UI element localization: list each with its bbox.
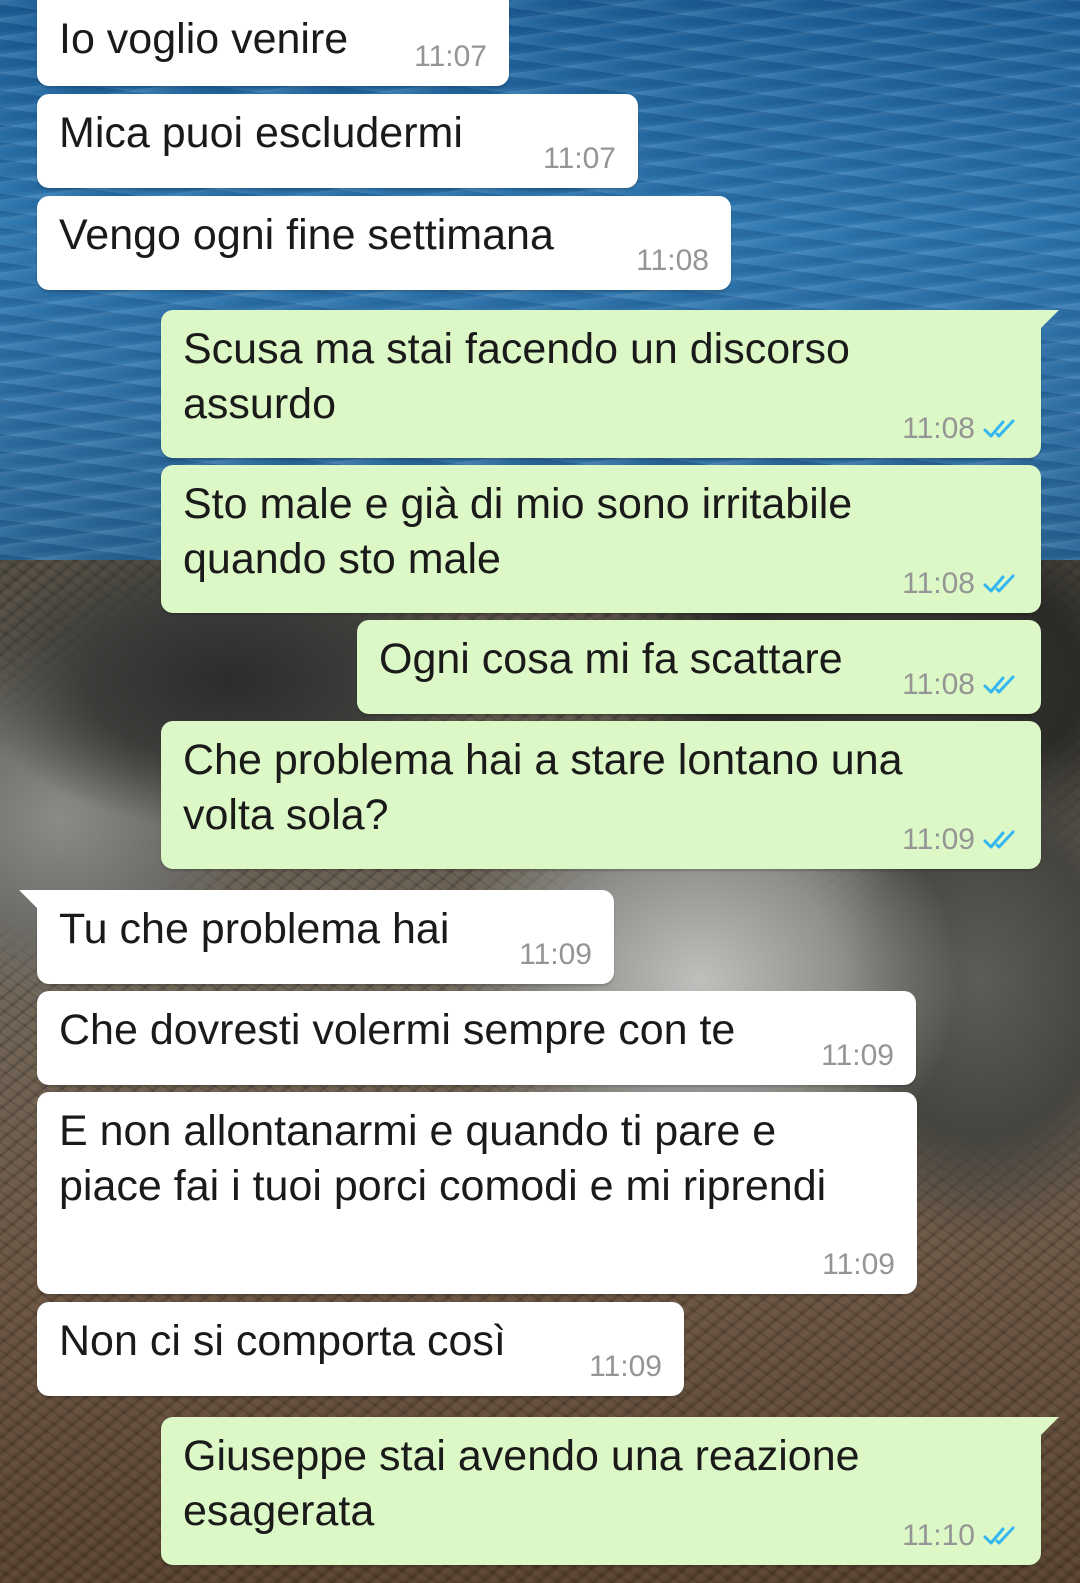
message-time: 11:08	[902, 567, 975, 600]
message-time: 11:09	[902, 823, 975, 856]
message-bubble-outgoing[interactable]: Che problema hai a stare lontano una vol…	[161, 721, 1041, 869]
bubble-tail	[19, 890, 41, 912]
message-bubble-incoming[interactable]: Non ci si comporta così 11:09	[37, 1302, 684, 1396]
message-meta: 11:09	[589, 1350, 662, 1384]
message-bubble-incoming[interactable]: Tu che problema hai 11:09	[19, 890, 614, 984]
message-time: 11:07	[543, 142, 616, 175]
message-bubble-incoming[interactable]: Che dovresti volermi sempre con te 11:09	[37, 991, 916, 1085]
message-time: 11:08	[902, 412, 975, 445]
message-text: Mica puoi escludermi	[59, 109, 463, 157]
message-time: 11:09	[519, 938, 592, 971]
message-text: E non allontanarmi e quando ti pare e pi…	[59, 1107, 827, 1210]
message-time: 11:09	[589, 1350, 662, 1383]
message-time: 11:07	[414, 40, 487, 73]
message-bubble-outgoing[interactable]: Ogni cosa mi fa scattare 11:08	[357, 620, 1041, 714]
message-meta: 11:08	[902, 668, 1023, 702]
message-text: Sto male e già di mio sono irritabile qu…	[183, 480, 853, 583]
message-time: 11:09	[821, 1039, 894, 1072]
message-time: 11:08	[636, 244, 709, 277]
message-bubble-outgoing[interactable]: Sto male e già di mio sono irritabile qu…	[161, 465, 1041, 613]
message-text: Scusa ma stai facendo un discorso assurd…	[183, 325, 850, 428]
read-double-check-icon	[983, 675, 1015, 694]
message-text: Tu che problema hai	[59, 905, 450, 953]
message-bubble-incoming[interactable]: Io voglio venire 11:07	[37, 0, 509, 86]
message-meta: 11:07	[414, 40, 487, 74]
message-bubble-incoming[interactable]: Mica puoi escludermi 11:07	[37, 94, 638, 188]
message-time: 11:09	[822, 1248, 895, 1281]
message-bubble-outgoing[interactable]: Giuseppe stai avendo una reazione esager…	[161, 1417, 1059, 1565]
bubble-tail	[1037, 310, 1059, 332]
read-double-check-icon	[983, 419, 1015, 438]
read-double-check-icon	[983, 1526, 1015, 1545]
message-meta: 11:10	[902, 1519, 1023, 1553]
message-bubble-incoming[interactable]: Vengo ogni fine settimana 11:08	[37, 196, 731, 290]
message-meta: 11:09	[519, 938, 592, 972]
message-bubble-outgoing[interactable]: Scusa ma stai facendo un discorso assurd…	[161, 310, 1059, 458]
message-time: 11:08	[902, 668, 975, 701]
message-meta: 11:08	[902, 567, 1023, 601]
chat-message-list[interactable]: Io voglio venire 11:07 Mica puoi esclude…	[0, 0, 1080, 1583]
read-double-check-icon	[983, 830, 1015, 849]
bubble-tail	[1037, 1417, 1059, 1439]
message-text: Che dovresti volermi sempre con te	[59, 1006, 736, 1054]
message-meta: 11:08	[636, 244, 709, 278]
message-meta: 11:09	[902, 823, 1023, 857]
message-meta: 11:07	[543, 142, 616, 176]
message-meta: 11:08	[902, 412, 1023, 446]
message-meta: 11:09	[822, 1248, 895, 1282]
message-time: 11:10	[902, 1519, 975, 1552]
message-bubble-incoming[interactable]: E non allontanarmi e quando ti pare e pi…	[37, 1092, 917, 1294]
message-text: Vengo ogni fine settimana	[59, 211, 554, 259]
message-text: Che problema hai a stare lontano una vol…	[183, 736, 903, 839]
message-text: Giuseppe stai avendo una reazione esager…	[183, 1432, 860, 1535]
message-meta: 11:09	[821, 1039, 894, 1073]
read-double-check-icon	[983, 574, 1015, 593]
message-text: Non ci si comporta così	[59, 1317, 506, 1365]
